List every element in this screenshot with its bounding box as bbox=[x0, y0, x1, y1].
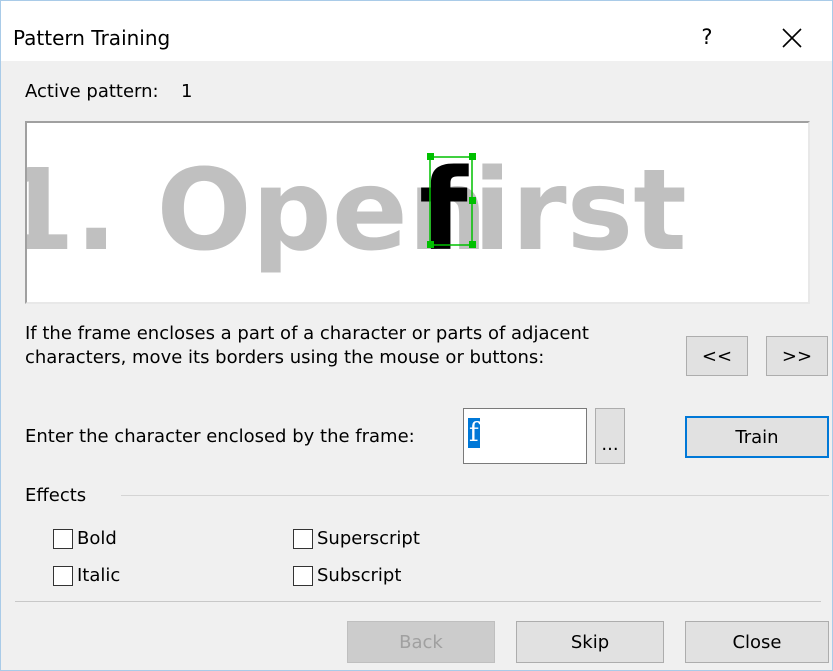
pattern-preview[interactable]: 1. Open f irst bbox=[25, 121, 810, 304]
bold-checkbox[interactable]: Bold bbox=[53, 528, 117, 549]
subscript-checkbox-label: Subscript bbox=[317, 565, 402, 586]
active-pattern-value: 1 bbox=[181, 81, 193, 102]
effects-title: Effects bbox=[25, 485, 87, 506]
bold-checkbox-box[interactable] bbox=[53, 528, 73, 549]
superscript-checkbox-box[interactable] bbox=[293, 528, 313, 549]
footer-separator bbox=[15, 601, 821, 602]
character-input-value: f bbox=[468, 418, 480, 448]
frame-handle bbox=[469, 241, 476, 248]
skip-button[interactable]: Skip bbox=[516, 621, 664, 663]
italic-checkbox-label: Italic bbox=[77, 565, 121, 586]
character-input[interactable]: f bbox=[463, 408, 587, 464]
back-button[interactable]: Back bbox=[347, 621, 495, 663]
preview-canvas: 1. Open f irst bbox=[27, 146, 687, 276]
italic-checkbox-box[interactable] bbox=[53, 565, 73, 586]
dialog-title: Pattern Training bbox=[13, 26, 171, 50]
subscript-checkbox[interactable]: Subscript bbox=[293, 565, 401, 586]
move-right-button[interactable]: >> bbox=[766, 336, 828, 376]
instruction-line-2: characters, move its borders using the m… bbox=[25, 347, 545, 368]
pattern-training-dialog: Pattern Training ? Active pattern: 1 1. … bbox=[0, 0, 833, 671]
subscript-checkbox-box[interactable] bbox=[293, 565, 313, 586]
superscript-checkbox-label: Superscript bbox=[317, 528, 420, 549]
preview-active-char: f bbox=[419, 146, 469, 276]
close-icon bbox=[782, 28, 802, 48]
entry-label: Enter the character enclosed by the fram… bbox=[25, 426, 415, 447]
instruction-line-1: If the frame encloses a part of a charac… bbox=[25, 323, 589, 344]
frame-handle bbox=[469, 153, 476, 160]
close-window-button[interactable] bbox=[769, 19, 815, 55]
frame-handle bbox=[469, 197, 476, 204]
preview-text-after: irst bbox=[473, 146, 687, 276]
bold-checkbox-label: Bold bbox=[77, 528, 117, 549]
move-left-button[interactable]: << bbox=[686, 336, 748, 376]
frame-handle bbox=[427, 241, 434, 248]
title-bar: Pattern Training ? bbox=[1, 1, 832, 61]
browse-characters-button[interactable]: ... bbox=[595, 408, 625, 464]
close-button[interactable]: Close bbox=[685, 621, 829, 663]
active-pattern-label: Active pattern: bbox=[25, 81, 159, 102]
italic-checkbox[interactable]: Italic bbox=[53, 565, 120, 586]
effects-divider bbox=[121, 495, 829, 496]
superscript-checkbox[interactable]: Superscript bbox=[293, 528, 420, 549]
train-button[interactable]: Train bbox=[685, 416, 829, 458]
frame-handle bbox=[427, 153, 434, 160]
help-button[interactable]: ? bbox=[687, 19, 727, 55]
